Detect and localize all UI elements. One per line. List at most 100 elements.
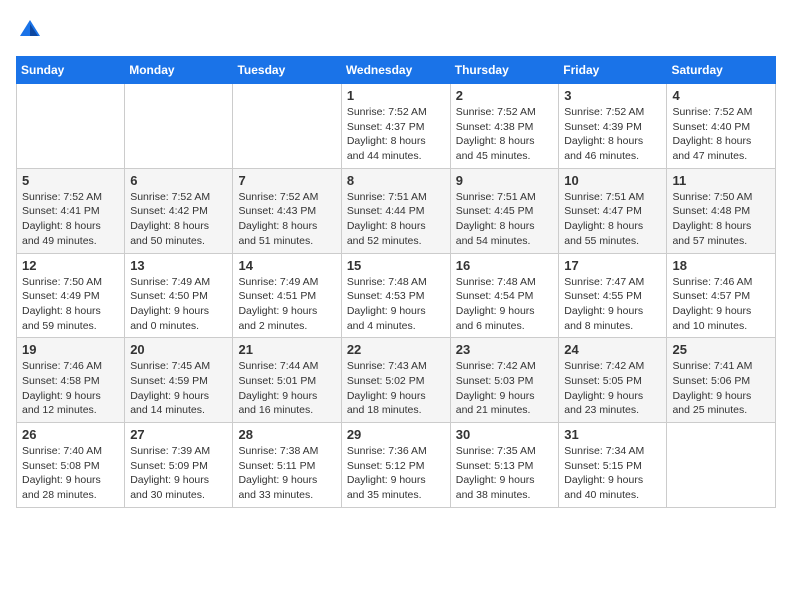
day-number: 3 bbox=[564, 88, 661, 103]
day-info: Sunrise: 7:36 AM Sunset: 5:12 PM Dayligh… bbox=[347, 444, 445, 503]
calendar-cell: 24 Sunrise: 7:42 AM Sunset: 5:05 PM Dayli… bbox=[559, 338, 667, 423]
day-info: Sunrise: 7:45 AM Sunset: 4:59 PM Dayligh… bbox=[130, 359, 227, 418]
calendar-cell: 22Sunrise: 7:43 AM Sunset: 5:02 PM Dayli… bbox=[341, 338, 450, 423]
calendar-cell: 6 Sunrise: 7:52 AM Sunset: 4:42 PM Daylig… bbox=[125, 168, 233, 253]
calendar-cell: 7 Sunrise: 7:52 AM Sunset: 4:43 PM Daylig… bbox=[233, 168, 341, 253]
weekday-header: Wednesday bbox=[341, 57, 450, 84]
day-number: 12 bbox=[22, 258, 119, 273]
day-info: Sunrise: 7:50 AM Sunset: 4:48 PM Dayligh… bbox=[672, 190, 770, 249]
calendar-header: SundayMondayTuesdayWednesdayThursdayFrid… bbox=[17, 57, 776, 84]
day-number: 7 bbox=[238, 173, 335, 188]
calendar-body: 1Sunrise: 7:52 AM Sunset: 4:37 PM Daylig… bbox=[17, 84, 776, 508]
calendar-cell: 31 Sunrise: 7:34 AM Sunset: 5:15 PM Dayli… bbox=[559, 423, 667, 508]
day-info: Sunrise: 7:40 AM Sunset: 5:08 PM Dayligh… bbox=[22, 444, 119, 503]
day-info: Sunrise: 7:49 AM Sunset: 4:50 PM Dayligh… bbox=[130, 275, 227, 334]
logo bbox=[16, 16, 48, 44]
calendar-week-row: 5 Sunrise: 7:52 AM Sunset: 4:41 PM Daylig… bbox=[17, 168, 776, 253]
calendar-cell: 29 Sunrise: 7:36 AM Sunset: 5:12 PM Dayli… bbox=[341, 423, 450, 508]
calendar-cell: 5 Sunrise: 7:52 AM Sunset: 4:41 PM Daylig… bbox=[17, 168, 125, 253]
day-number: 20 bbox=[130, 342, 227, 357]
day-number: 24 bbox=[564, 342, 661, 357]
weekday-header-row: SundayMondayTuesdayWednesdayThursdayFrid… bbox=[17, 57, 776, 84]
calendar-cell: 26 Sunrise: 7:40 AM Sunset: 5:08 PM Dayli… bbox=[17, 423, 125, 508]
day-number: 18 bbox=[672, 258, 770, 273]
day-number: 28 bbox=[238, 427, 335, 442]
day-info: Sunrise: 7:52 AM Sunset: 4:39 PM Dayligh… bbox=[564, 105, 661, 164]
day-info: Sunrise: 7:34 AM Sunset: 5:15 PM Dayligh… bbox=[564, 444, 661, 503]
calendar-cell: 13 Sunrise: 7:49 AM Sunset: 4:50 PM Dayli… bbox=[125, 253, 233, 338]
day-info: Sunrise: 7:47 AM Sunset: 4:55 PM Dayligh… bbox=[564, 275, 661, 334]
weekday-header: Saturday bbox=[667, 57, 776, 84]
day-info: Sunrise: 7:50 AM Sunset: 4:49 PM Dayligh… bbox=[22, 275, 119, 334]
day-info: Sunrise: 7:52 AM Sunset: 4:43 PM Dayligh… bbox=[238, 190, 335, 249]
day-info: Sunrise: 7:52 AM Sunset: 4:42 PM Dayligh… bbox=[130, 190, 227, 249]
day-number: 15 bbox=[347, 258, 445, 273]
calendar-cell: 21Sunrise: 7:44 AM Sunset: 5:01 PM Dayli… bbox=[233, 338, 341, 423]
day-number: 14 bbox=[238, 258, 335, 273]
day-number: 29 bbox=[347, 427, 445, 442]
day-number: 9 bbox=[456, 173, 554, 188]
day-number: 8 bbox=[347, 173, 445, 188]
calendar-cell: 20 Sunrise: 7:45 AM Sunset: 4:59 PM Dayli… bbox=[125, 338, 233, 423]
day-info: Sunrise: 7:46 AM Sunset: 4:57 PM Dayligh… bbox=[672, 275, 770, 334]
calendar-cell: 30Sunrise: 7:35 AM Sunset: 5:13 PM Dayli… bbox=[450, 423, 559, 508]
day-number: 26 bbox=[22, 427, 119, 442]
day-number: 13 bbox=[130, 258, 227, 273]
day-number: 17 bbox=[564, 258, 661, 273]
calendar-cell: 1Sunrise: 7:52 AM Sunset: 4:37 PM Daylig… bbox=[341, 84, 450, 169]
day-info: Sunrise: 7:46 AM Sunset: 4:58 PM Dayligh… bbox=[22, 359, 119, 418]
calendar-cell: 8 Sunrise: 7:51 AM Sunset: 4:44 PM Daylig… bbox=[341, 168, 450, 253]
logo-icon bbox=[16, 16, 44, 44]
calendar-cell bbox=[125, 84, 233, 169]
calendar-table: SundayMondayTuesdayWednesdayThursdayFrid… bbox=[16, 56, 776, 508]
day-info: Sunrise: 7:35 AM Sunset: 5:13 PM Dayligh… bbox=[456, 444, 554, 503]
day-number: 10 bbox=[564, 173, 661, 188]
day-number: 4 bbox=[672, 88, 770, 103]
day-info: Sunrise: 7:52 AM Sunset: 4:38 PM Dayligh… bbox=[456, 105, 554, 164]
calendar-cell: 4Sunrise: 7:52 AM Sunset: 4:40 PM Daylig… bbox=[667, 84, 776, 169]
day-number: 1 bbox=[347, 88, 445, 103]
weekday-header: Monday bbox=[125, 57, 233, 84]
day-info: Sunrise: 7:52 AM Sunset: 4:41 PM Dayligh… bbox=[22, 190, 119, 249]
calendar-cell bbox=[667, 423, 776, 508]
day-number: 6 bbox=[130, 173, 227, 188]
day-info: Sunrise: 7:48 AM Sunset: 4:54 PM Dayligh… bbox=[456, 275, 554, 334]
calendar-cell: 3 Sunrise: 7:52 AM Sunset: 4:39 PM Daylig… bbox=[559, 84, 667, 169]
day-info: Sunrise: 7:48 AM Sunset: 4:53 PM Dayligh… bbox=[347, 275, 445, 334]
calendar-week-row: 26 Sunrise: 7:40 AM Sunset: 5:08 PM Dayli… bbox=[17, 423, 776, 508]
day-info: Sunrise: 7:42 AM Sunset: 5:03 PM Dayligh… bbox=[456, 359, 554, 418]
day-info: Sunrise: 7:42 AM Sunset: 5:05 PM Dayligh… bbox=[564, 359, 661, 418]
day-info: Sunrise: 7:38 AM Sunset: 5:11 PM Dayligh… bbox=[238, 444, 335, 503]
weekday-header: Friday bbox=[559, 57, 667, 84]
calendar-cell: 18 Sunrise: 7:46 AM Sunset: 4:57 PM Dayli… bbox=[667, 253, 776, 338]
calendar-cell: 14 Sunrise: 7:49 AM Sunset: 4:51 PM Dayli… bbox=[233, 253, 341, 338]
calendar-cell: 27 Sunrise: 7:39 AM Sunset: 5:09 PM Dayli… bbox=[125, 423, 233, 508]
page-header bbox=[16, 16, 776, 44]
calendar-cell: 12 Sunrise: 7:50 AM Sunset: 4:49 PM Dayli… bbox=[17, 253, 125, 338]
day-info: Sunrise: 7:51 AM Sunset: 4:45 PM Dayligh… bbox=[456, 190, 554, 249]
day-number: 19 bbox=[22, 342, 119, 357]
day-number: 5 bbox=[22, 173, 119, 188]
day-number: 2 bbox=[456, 88, 554, 103]
weekday-header: Sunday bbox=[17, 57, 125, 84]
day-number: 31 bbox=[564, 427, 661, 442]
day-number: 16 bbox=[456, 258, 554, 273]
day-info: Sunrise: 7:39 AM Sunset: 5:09 PM Dayligh… bbox=[130, 444, 227, 503]
calendar-cell: 25Sunrise: 7:41 AM Sunset: 5:06 PM Dayli… bbox=[667, 338, 776, 423]
day-info: Sunrise: 7:51 AM Sunset: 4:44 PM Dayligh… bbox=[347, 190, 445, 249]
calendar-week-row: 12 Sunrise: 7:50 AM Sunset: 4:49 PM Dayli… bbox=[17, 253, 776, 338]
weekday-header: Tuesday bbox=[233, 57, 341, 84]
calendar-week-row: 1Sunrise: 7:52 AM Sunset: 4:37 PM Daylig… bbox=[17, 84, 776, 169]
day-info: Sunrise: 7:51 AM Sunset: 4:47 PM Dayligh… bbox=[564, 190, 661, 249]
day-info: Sunrise: 7:49 AM Sunset: 4:51 PM Dayligh… bbox=[238, 275, 335, 334]
calendar-cell: 2 Sunrise: 7:52 AM Sunset: 4:38 PM Daylig… bbox=[450, 84, 559, 169]
calendar-cell: 15 Sunrise: 7:48 AM Sunset: 4:53 PM Dayli… bbox=[341, 253, 450, 338]
calendar-cell: 28 Sunrise: 7:38 AM Sunset: 5:11 PM Dayli… bbox=[233, 423, 341, 508]
calendar-cell bbox=[233, 84, 341, 169]
calendar-week-row: 19 Sunrise: 7:46 AM Sunset: 4:58 PM Dayli… bbox=[17, 338, 776, 423]
calendar-cell bbox=[17, 84, 125, 169]
day-number: 11 bbox=[672, 173, 770, 188]
day-number: 27 bbox=[130, 427, 227, 442]
day-info: Sunrise: 7:43 AM Sunset: 5:02 PM Dayligh… bbox=[347, 359, 445, 418]
calendar-cell: 11 Sunrise: 7:50 AM Sunset: 4:48 PM Dayli… bbox=[667, 168, 776, 253]
